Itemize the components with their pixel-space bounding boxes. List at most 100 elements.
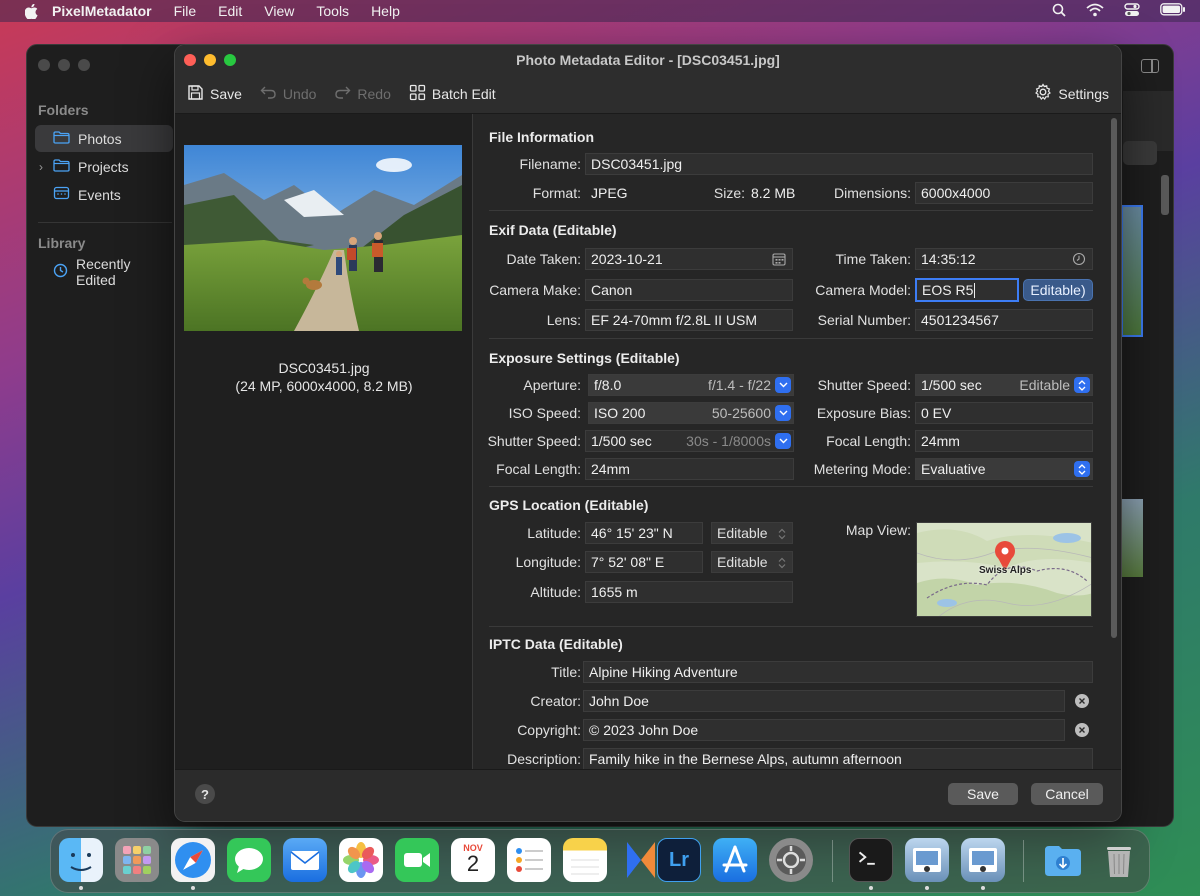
lens-field[interactable]: EF 24-70mm f/2.8L II USM — [585, 309, 793, 331]
batch-edit-button[interactable]: Batch Edit — [409, 84, 496, 104]
form-scrollbar[interactable] — [1110, 118, 1118, 768]
trash-icon[interactable] — [1097, 838, 1141, 882]
aperture-select[interactable]: f/8.0 f/1.4 - f/22 — [588, 374, 794, 396]
dimensions-value: 6000x4000 — [915, 182, 1093, 204]
menu-edit[interactable]: Edit — [218, 3, 242, 19]
format-label: Format: — [532, 185, 581, 201]
lightroom-icon[interactable]: Lr — [657, 838, 701, 882]
calendar-icon[interactable]: NOV 2 — [451, 838, 495, 882]
clear-copyright-icon[interactable] — [1075, 723, 1089, 737]
gear-icon — [1034, 83, 1052, 104]
chevron-down-icon[interactable] — [775, 377, 791, 393]
control-center-icon[interactable] — [1124, 2, 1140, 20]
description-field[interactable]: Family hike in the Bernese Alps, autumn … — [583, 748, 1093, 770]
focal-length-2-field[interactable]: 24mm — [585, 458, 794, 480]
map-view[interactable]: Swiss Alps — [916, 522, 1092, 617]
clock-icon[interactable] — [1072, 252, 1086, 269]
cancel-button[interactable]: Cancel — [1031, 783, 1103, 805]
menu-tools[interactable]: Tools — [316, 3, 349, 19]
close-button[interactable] — [184, 54, 196, 66]
spotlight-search-icon[interactable] — [1052, 3, 1066, 20]
facetime-icon[interactable] — [395, 838, 439, 882]
shutter-speed-select[interactable]: 1/500 sec Editable — [915, 374, 1093, 396]
redo-button[interactable]: Redo — [334, 85, 391, 102]
zoom-button[interactable] — [224, 54, 236, 66]
preview-icon[interactable] — [905, 838, 949, 882]
finder-icon[interactable] — [59, 838, 103, 882]
minimize-button[interactable] — [204, 54, 216, 66]
wifi-icon[interactable] — [1086, 3, 1104, 20]
clear-creator-icon[interactable] — [1075, 694, 1089, 708]
time-taken-field[interactable]: 14:35:12 — [915, 248, 1093, 270]
metering-mode-select[interactable]: Evaluative — [915, 458, 1093, 480]
camera-model-editable-pill[interactable]: Editable) — [1023, 279, 1093, 301]
calendar-icon[interactable] — [772, 252, 786, 269]
copyright-field[interactable]: © 2023 John Doe — [583, 719, 1065, 741]
updown-chevron-icon[interactable] — [1074, 461, 1090, 477]
background-thumbnail[interactable] — [1121, 205, 1143, 337]
background-dropdown[interactable] — [1123, 141, 1157, 165]
window-title: Photo Metadata Editor - [DSC03451.jpg] — [516, 51, 780, 68]
menu-view[interactable]: View — [264, 3, 294, 19]
updown-chevron-icon[interactable] — [1074, 377, 1090, 393]
sidebar-item-photos[interactable]: Photos — [35, 125, 173, 152]
map-view-label: Map View: — [845, 522, 911, 538]
system-settings-icon[interactable] — [769, 838, 813, 882]
undo-button[interactable]: Undo — [260, 85, 316, 102]
camera-make-field[interactable]: Canon — [585, 279, 793, 301]
lens-label: Lens: — [546, 312, 581, 328]
mail-icon[interactable] — [283, 838, 327, 882]
shutter-speed-2-select[interactable]: 1/500 sec 30s - 1/8000s — [585, 430, 794, 452]
longitude-mode-select[interactable]: Editable — [711, 551, 793, 573]
background-thumbnail[interactable] — [1121, 499, 1143, 577]
settings-button[interactable]: Settings — [1034, 83, 1109, 104]
downloads-icon[interactable] — [1041, 838, 1085, 882]
photo-preview[interactable] — [184, 145, 462, 331]
menu-help[interactable]: Help — [371, 3, 400, 19]
photos-icon[interactable] — [339, 838, 383, 882]
sidebar-toggle-icon[interactable] — [1141, 59, 1159, 73]
sidebar-item-events[interactable]: Events — [35, 181, 173, 208]
shutter-speed-value: 1/500 sec — [921, 377, 982, 393]
longitude-field[interactable]: 7° 52' 08" E — [585, 551, 703, 573]
reminders-icon[interactable] — [507, 838, 551, 882]
battery-icon[interactable] — [1160, 3, 1186, 19]
menu-file[interactable]: File — [174, 3, 197, 19]
scrollbar-thumb[interactable] — [1111, 118, 1117, 638]
notes-icon[interactable] — [563, 838, 607, 882]
help-button[interactable]: ? — [195, 784, 215, 804]
preview-icon[interactable] — [961, 838, 1005, 882]
serial-number-field[interactable]: 4501234567 — [915, 309, 1093, 331]
title-field[interactable]: Alpine Hiking Adventure — [583, 661, 1093, 683]
app-store-icon[interactable] — [713, 838, 757, 882]
latitude-mode-select[interactable]: Editable — [711, 522, 793, 544]
shutter-speed-2-label: Shutter Speed: — [487, 433, 581, 449]
iso-speed-select[interactable]: ISO 200 50-25600 — [588, 402, 794, 424]
latitude-field[interactable]: 46° 15' 23" N — [585, 522, 703, 544]
chevron-right-icon[interactable]: › — [39, 160, 43, 174]
app-menu[interactable]: PixelMetadator — [52, 3, 152, 19]
exposure-bias-field[interactable]: 0 EV — [915, 402, 1093, 424]
sidebar-item-projects[interactable]: › Projects — [35, 153, 173, 180]
apple-logo-icon[interactable] — [22, 3, 40, 19]
messages-icon[interactable] — [227, 838, 271, 882]
save-toolbar-button[interactable]: Save — [187, 84, 242, 104]
chevron-down-icon[interactable] — [775, 433, 791, 449]
launchpad-icon[interactable] — [115, 838, 159, 882]
date-taken-field[interactable]: 2023-10-21 — [585, 248, 793, 270]
focal-length-field[interactable]: 24mm — [915, 430, 1093, 452]
text-cursor — [974, 282, 976, 298]
background-scrollbar[interactable] — [1161, 175, 1169, 215]
creator-field[interactable]: John Doe — [583, 690, 1065, 712]
sidebar-item-recently-edited[interactable]: Recently Edited — [35, 256, 173, 288]
save-button[interactable]: Save — [948, 783, 1018, 805]
chevron-down-icon[interactable] — [775, 405, 791, 421]
sidebar-item-label: Projects — [78, 158, 129, 175]
dimensions-label: Dimensions: — [833, 185, 911, 201]
safari-icon[interactable] — [171, 838, 215, 882]
terminal-icon[interactable] — [849, 838, 893, 882]
altitude-field[interactable]: 1655 m — [585, 581, 793, 603]
shutter-speed-2-value: 1/500 sec — [591, 433, 652, 449]
camera-model-field[interactable]: EOS R5 — [915, 278, 1019, 302]
preview-details: (24 MP, 6000x4000, 8.2 MB) — [235, 378, 413, 394]
